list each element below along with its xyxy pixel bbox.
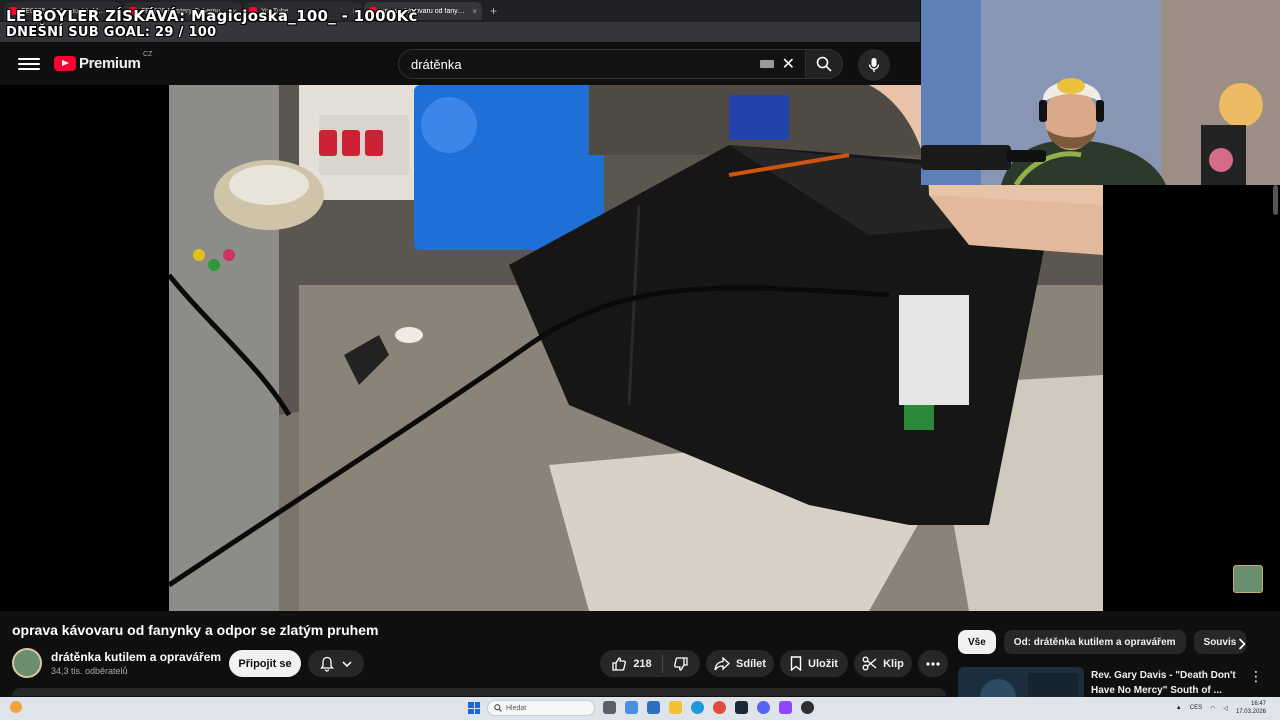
stream-overlay: LE BOYLER ZÍSKÁVÁ: Magicjoska_100_ - 100…	[6, 8, 418, 41]
hamburger-menu-icon[interactable]	[18, 56, 40, 72]
search-value: drátěnka	[411, 56, 462, 72]
youtube-premium-logo[interactable]: Premium CZ	[54, 51, 152, 72]
chip-from-channel[interactable]: Od: drátěnka kutilem a opravářem	[1003, 630, 1186, 654]
streamer-webcam	[921, 0, 1280, 185]
chevron-right-icon	[1238, 638, 1246, 650]
more-actions-button[interactable]	[918, 650, 948, 677]
overlay-donation-text: LE BOYLER ZÍSKÁVÁ: Magicjoska_100_ - 100…	[6, 7, 418, 25]
taskbar-search-placeholder: Hledat	[506, 704, 527, 712]
clip-label: Klip	[883, 657, 904, 670]
discord-icon[interactable]	[757, 701, 770, 714]
steam-icon[interactable]	[735, 701, 748, 714]
weather-icon[interactable]	[10, 701, 22, 713]
recommendation-title[interactable]: Rev. Gary Davis - "Death Don't Have No M…	[1091, 668, 1241, 698]
taskbar-search-input[interactable]: Hledat	[487, 700, 595, 716]
calculator-icon[interactable]	[647, 701, 660, 714]
keyboard-icon[interactable]	[759, 60, 774, 68]
description-box[interactable]	[12, 688, 946, 696]
youtube-play-icon	[54, 56, 76, 71]
new-tab-button[interactable]: +	[484, 4, 503, 18]
like-count: 218	[633, 657, 652, 670]
recommendation-thumbnail[interactable]	[958, 667, 1084, 697]
tab-close-icon[interactable]: ×	[472, 7, 477, 16]
microphone-icon	[868, 58, 880, 72]
search-icon	[494, 704, 502, 712]
screen: { "overlay": { "line1": "LE BOYLER ZÍSKÁ…	[0, 0, 1280, 720]
chevron-down-icon	[342, 660, 352, 667]
share-label: Sdílet	[736, 657, 766, 670]
widgets-icon[interactable]	[625, 701, 638, 714]
webcam-image	[921, 0, 1280, 185]
video-letterbox-right	[1103, 185, 1280, 611]
obs-icon[interactable]	[801, 701, 814, 714]
logo-text: Premium	[79, 55, 141, 72]
notification-bell-button[interactable]	[308, 650, 364, 677]
youtube-header: Premium CZ drátěnka ✕	[0, 42, 920, 85]
divider	[661, 654, 663, 673]
like-icon[interactable]	[611, 656, 627, 672]
search-button[interactable]	[805, 49, 843, 79]
save-button[interactable]: Uložit	[780, 650, 848, 677]
search-icon	[816, 56, 832, 72]
channel-name[interactable]: drátěnka kutilem a opravářem	[51, 650, 221, 664]
clip-button[interactable]: Klip	[854, 650, 912, 677]
time: 16:47	[1250, 701, 1266, 707]
voice-search-button[interactable]	[858, 49, 890, 81]
chips-next-button[interactable]	[1232, 634, 1252, 654]
clear-search-icon[interactable]: ✕	[782, 54, 795, 74]
video-title: oprava kávovaru od fanynky a odpor se zl…	[12, 622, 379, 638]
thumbnail-image	[958, 667, 1084, 697]
task-view-icon[interactable]	[603, 701, 616, 714]
clock[interactable]: 16:47 17.03.2026	[1236, 700, 1266, 716]
system-tray: ▲ CES ◠ ◁ 16:47 17.03.2026	[1176, 700, 1266, 716]
share-button[interactable]: Sdílet	[706, 650, 774, 677]
scissors-icon	[862, 656, 877, 671]
bell-icon	[320, 656, 334, 672]
country-code: CZ	[143, 51, 153, 58]
chrome-icon[interactable]	[713, 701, 726, 714]
tray-chevron-up-icon[interactable]: ▲	[1176, 705, 1182, 711]
edge-icon[interactable]	[691, 701, 704, 714]
taskbar: Hledat ▲ CES ◠ ◁ 16:47 17.03.2026	[0, 697, 1280, 720]
subscriber-count: 34,3 tis. odběratelů	[51, 666, 128, 676]
share-icon	[714, 656, 730, 670]
page-scrollbar[interactable]	[1273, 185, 1278, 215]
like-dislike-group: 218	[600, 650, 700, 677]
recommendation-more-icon[interactable]: ⋮	[1249, 668, 1263, 685]
dislike-icon[interactable]	[673, 656, 689, 672]
bookmark-icon	[790, 656, 802, 671]
more-horizontal-icon	[926, 661, 940, 666]
date: 17.03.2026	[1235, 709, 1266, 715]
video-letterbox-left	[0, 85, 169, 611]
file-explorer-icon[interactable]	[669, 701, 682, 714]
channel-avatar[interactable]	[12, 648, 42, 678]
join-button[interactable]: Připojit se	[229, 650, 301, 677]
wifi-icon[interactable]: ◠	[1210, 705, 1215, 712]
search-input[interactable]: drátěnka ✕	[398, 49, 806, 79]
chip-all[interactable]: Vše	[958, 630, 996, 654]
language-indicator[interactable]: CES	[1190, 705, 1202, 711]
save-label: Uložit	[808, 657, 838, 670]
windows-start-icon[interactable]	[468, 702, 480, 714]
channel-watermark-icon[interactable]	[1233, 565, 1263, 593]
twitch-icon[interactable]	[779, 701, 792, 714]
overlay-sub-goal-text: DNEŠNÍ SUB GOAL: 29 / 100	[6, 25, 217, 40]
volume-icon[interactable]: ◁	[1223, 705, 1228, 712]
